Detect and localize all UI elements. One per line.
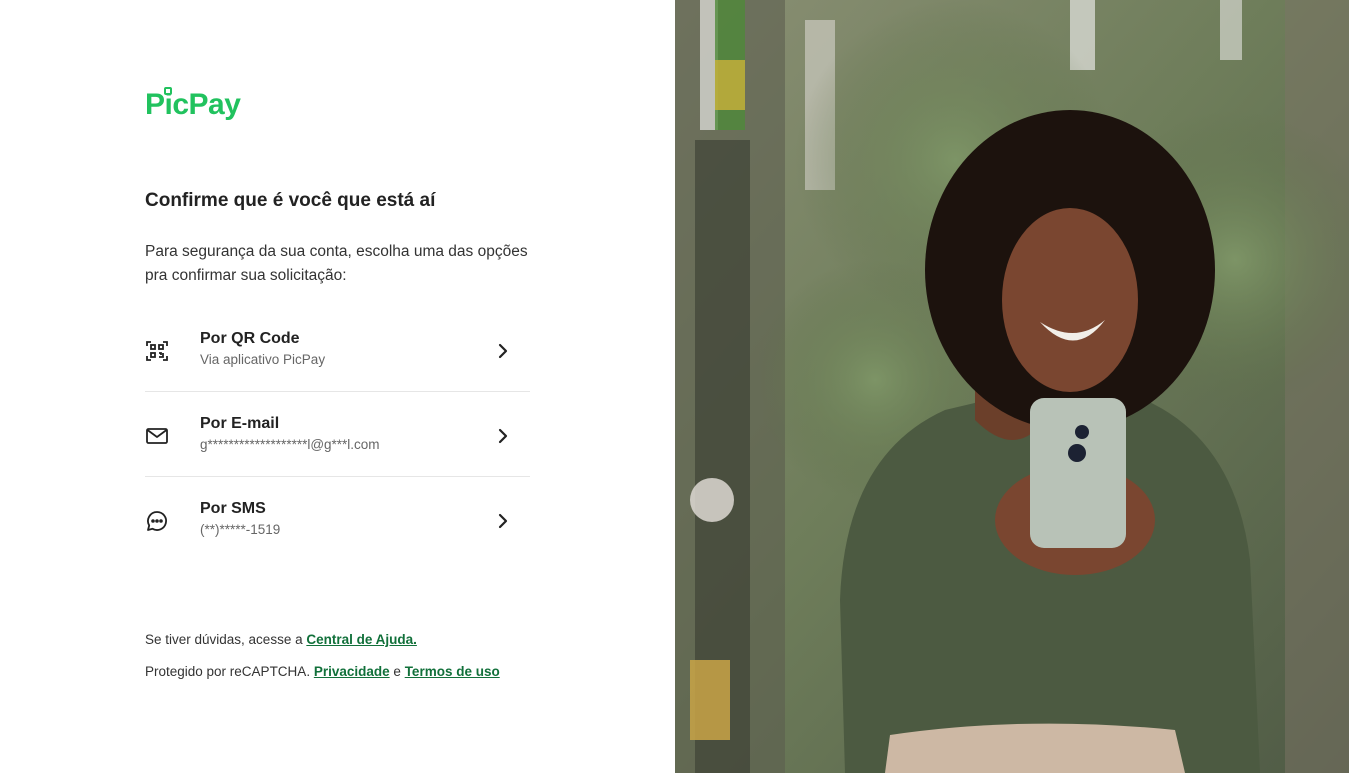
privacy-link[interactable]: Privacidade bbox=[314, 664, 390, 679]
option-subtitle: Via aplicativo PicPay bbox=[200, 352, 326, 367]
recaptcha-notice: Protegido por reCAPTCHA. Privacidade e T… bbox=[145, 664, 500, 679]
qr-code-icon bbox=[146, 341, 168, 361]
option-title: Por QR Code bbox=[200, 330, 300, 347]
terms-link[interactable]: Termos de uso bbox=[405, 664, 500, 679]
option-subtitle: (**)*****-1519 bbox=[200, 522, 281, 537]
picpay-logo: PicPay bbox=[145, 87, 241, 122]
hero-photo bbox=[675, 0, 1349, 773]
logo-mark-icon bbox=[164, 87, 172, 95]
page-title: Confirme que é você que está aí bbox=[145, 190, 436, 211]
chevron-right-icon bbox=[498, 513, 508, 529]
conjunction-text: e bbox=[393, 664, 401, 679]
option-qr-code[interactable]: Por QR Code Via aplicativo PicPay bbox=[145, 307, 530, 392]
help-prefix: Se tiver dúvidas, acesse a bbox=[145, 632, 303, 647]
verification-options: Por QR Code Via aplicativo PicPay Por E-… bbox=[145, 307, 530, 561]
login-panel: PicPay Confirme que é você que está aí P… bbox=[0, 0, 675, 773]
woman-with-phone-illustration bbox=[675, 0, 1349, 773]
mail-icon bbox=[146, 428, 168, 444]
chat-icon bbox=[147, 511, 167, 531]
chevron-right-icon bbox=[498, 343, 508, 359]
option-sms[interactable]: Por SMS (**)*****-1519 bbox=[145, 477, 530, 561]
chevron-right-icon bbox=[498, 428, 508, 444]
brand-name: PicPay bbox=[145, 88, 241, 121]
option-subtitle: g*******************l@g***l.com bbox=[200, 437, 380, 452]
help-text: Se tiver dúvidas, acesse a Central de Aj… bbox=[145, 632, 417, 647]
option-title: Por E-mail bbox=[200, 415, 280, 432]
page-description: Para segurança da sua conta, escolha uma… bbox=[145, 243, 528, 284]
help-center-link[interactable]: Central de Ajuda. bbox=[306, 632, 417, 647]
recaptcha-prefix: Protegido por reCAPTCHA. bbox=[145, 664, 311, 679]
option-email[interactable]: Por E-mail g*******************l@g***l.c… bbox=[145, 392, 530, 477]
option-title: Por SMS bbox=[200, 500, 266, 517]
